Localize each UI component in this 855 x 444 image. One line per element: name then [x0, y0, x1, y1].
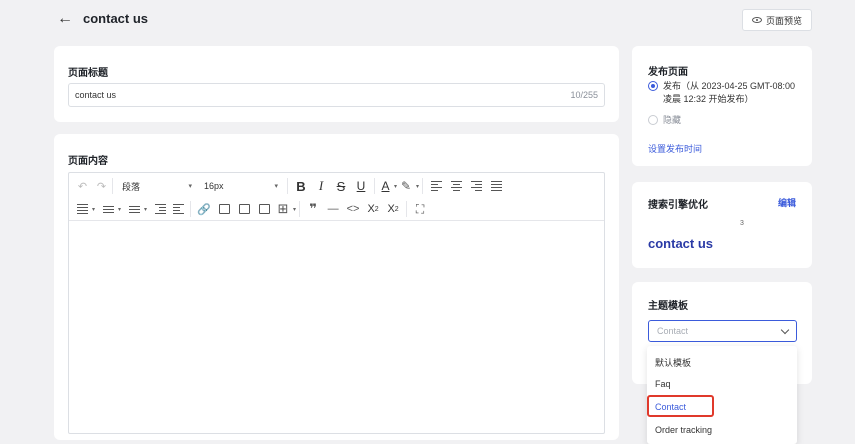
dropdown-option-order-tracking[interactable]: Order tracking — [655, 425, 712, 435]
undo-icon[interactable]: ↶ — [75, 176, 90, 196]
link-icon[interactable]: 🔗 — [194, 199, 214, 219]
fullscreen-icon[interactable]: ⛶ — [410, 199, 430, 219]
superscript-button[interactable]: X2 — [363, 199, 383, 219]
font-size-select[interactable]: 16px ▾ — [198, 181, 284, 191]
highlight-annotation — [647, 395, 714, 417]
video-icon[interactable] — [254, 199, 274, 219]
page-title-card: 页面标题 contact us 10/255 — [54, 46, 619, 122]
image-gallery-icon[interactable] — [234, 199, 254, 219]
page-title-value: contact us — [75, 90, 117, 100]
page-content-label: 页面内容 — [68, 156, 108, 167]
radio-icon[interactable] — [648, 115, 658, 125]
page-title-input[interactable]: contact us 10/255 — [68, 83, 605, 107]
toolbar-divider — [406, 201, 408, 217]
page-content-card: 页面内容 ↶ ↷ 段落 ▾ 16px ▾ B I S U A ▾ ✎ ▾ ▾ ▾… — [54, 134, 619, 440]
strikethrough-button[interactable]: S — [331, 176, 351, 196]
bulleted-list-icon[interactable] — [99, 199, 117, 219]
toolbar-divider — [190, 201, 192, 217]
caret-down-icon[interactable]: ▾ — [118, 206, 121, 213]
theme-template-placeholder: Contact — [657, 326, 689, 336]
code-button[interactable]: <> — [343, 199, 363, 219]
arrow-left-icon[interactable]: ← — [57, 9, 73, 29]
char-count: 10/255 — [570, 90, 598, 100]
align-left-icon[interactable] — [426, 176, 446, 196]
font-size-value: 16px — [204, 181, 224, 191]
hide-option[interactable]: 隐藏 — [648, 114, 681, 127]
toolbar-divider — [299, 201, 301, 217]
seo-label: 搜索引擎优化 — [648, 200, 708, 211]
superscript-label: X — [367, 203, 375, 215]
hide-option-label: 隐藏 — [663, 115, 682, 125]
rich-text-editor[interactable]: ↶ ↷ 段落 ▾ 16px ▾ B I S U A ▾ ✎ ▾ ▾ ▾ ▾ 🔗 … — [68, 172, 605, 434]
paragraph-select-value: 段落 — [122, 181, 141, 192]
toolbar-divider — [287, 178, 288, 194]
caret-down-icon[interactable]: ▾ — [92, 206, 95, 213]
chevron-down-icon — [780, 325, 790, 334]
editor-toolbar: ↶ ↷ 段落 ▾ 16px ▾ B I S U A ▾ ✎ ▾ ▾ ▾ ▾ 🔗 … — [69, 173, 604, 221]
set-publish-time-link[interactable]: 设置发布时间 — [648, 142, 702, 155]
highlighter-icon[interactable]: ✎ — [397, 176, 415, 196]
line-height-icon[interactable] — [73, 199, 91, 219]
redo-icon[interactable]: ↷ — [94, 176, 109, 196]
toolbar-divider — [422, 178, 424, 194]
dropdown-option-default[interactable]: 默认模板 — [655, 356, 691, 369]
seo-edit-link[interactable]: 编辑 — [778, 196, 796, 209]
align-justify-icon[interactable] — [486, 176, 506, 196]
table-icon[interactable]: ⊞ — [274, 199, 292, 219]
caret-down-icon[interactable]: ▾ — [144, 206, 147, 213]
publish-option-label: 发布（从 2023-04-25 GMT-08:00 凌晨 12:32 开始发布） — [663, 81, 796, 104]
radio-selected-icon[interactable] — [648, 81, 658, 91]
page-title-label: 页面标题 — [68, 68, 108, 79]
quote-button[interactable]: ❞ — [303, 199, 323, 219]
indent-increase-icon[interactable] — [169, 199, 187, 219]
align-center-icon[interactable] — [446, 176, 466, 196]
subscript-button[interactable]: X2 — [383, 199, 403, 219]
theme-template-label: 主题模板 — [648, 301, 688, 312]
seo-card: 搜索引擎优化 编辑 3 contact us — [632, 182, 812, 268]
theme-template-select[interactable]: Contact — [648, 320, 797, 342]
caret-down-icon: ▾ — [188, 183, 192, 190]
publish-option[interactable]: 发布（从 2023-04-25 GMT-08:00 凌晨 12:32 开始发布） — [648, 80, 798, 106]
horizontal-rule-button[interactable]: — — [323, 199, 343, 219]
page-preview-button[interactable]: 页面预览 — [742, 9, 812, 31]
caret-down-icon[interactable]: ▾ — [293, 206, 296, 213]
toolbar-divider — [374, 178, 375, 194]
toolbar-divider — [112, 178, 113, 194]
indent-decrease-icon[interactable] — [151, 199, 169, 219]
publish-card: 发布页面 发布（从 2023-04-25 GMT-08:00 凌晨 12:32 … — [632, 46, 812, 166]
seo-title: contact us — [648, 236, 714, 251]
page-preview-label: 页面预览 — [765, 15, 802, 26]
eye-icon — [751, 17, 762, 23]
image-icon[interactable] — [214, 199, 234, 219]
align-right-icon[interactable] — [466, 176, 486, 196]
caret-down-icon: ▾ — [274, 183, 278, 190]
publish-label: 发布页面 — [648, 67, 688, 78]
paragraph-select[interactable]: 段落 ▾ — [116, 180, 198, 193]
font-color-button[interactable]: A — [378, 176, 393, 196]
page-header: ← contact us 页面预览 — [0, 0, 855, 40]
underline-button[interactable]: U — [351, 176, 371, 196]
dropdown-option-faq[interactable]: Faq — [655, 379, 671, 389]
seo-url-fragment: 3 — [740, 220, 744, 227]
bold-button[interactable]: B — [291, 176, 311, 196]
subscript-label: X — [387, 203, 395, 215]
page-title: contact us — [83, 11, 149, 26]
caret-down-icon[interactable]: ▾ — [416, 183, 419, 190]
numbered-list-icon[interactable] — [125, 199, 143, 219]
italic-button[interactable]: I — [311, 176, 331, 196]
